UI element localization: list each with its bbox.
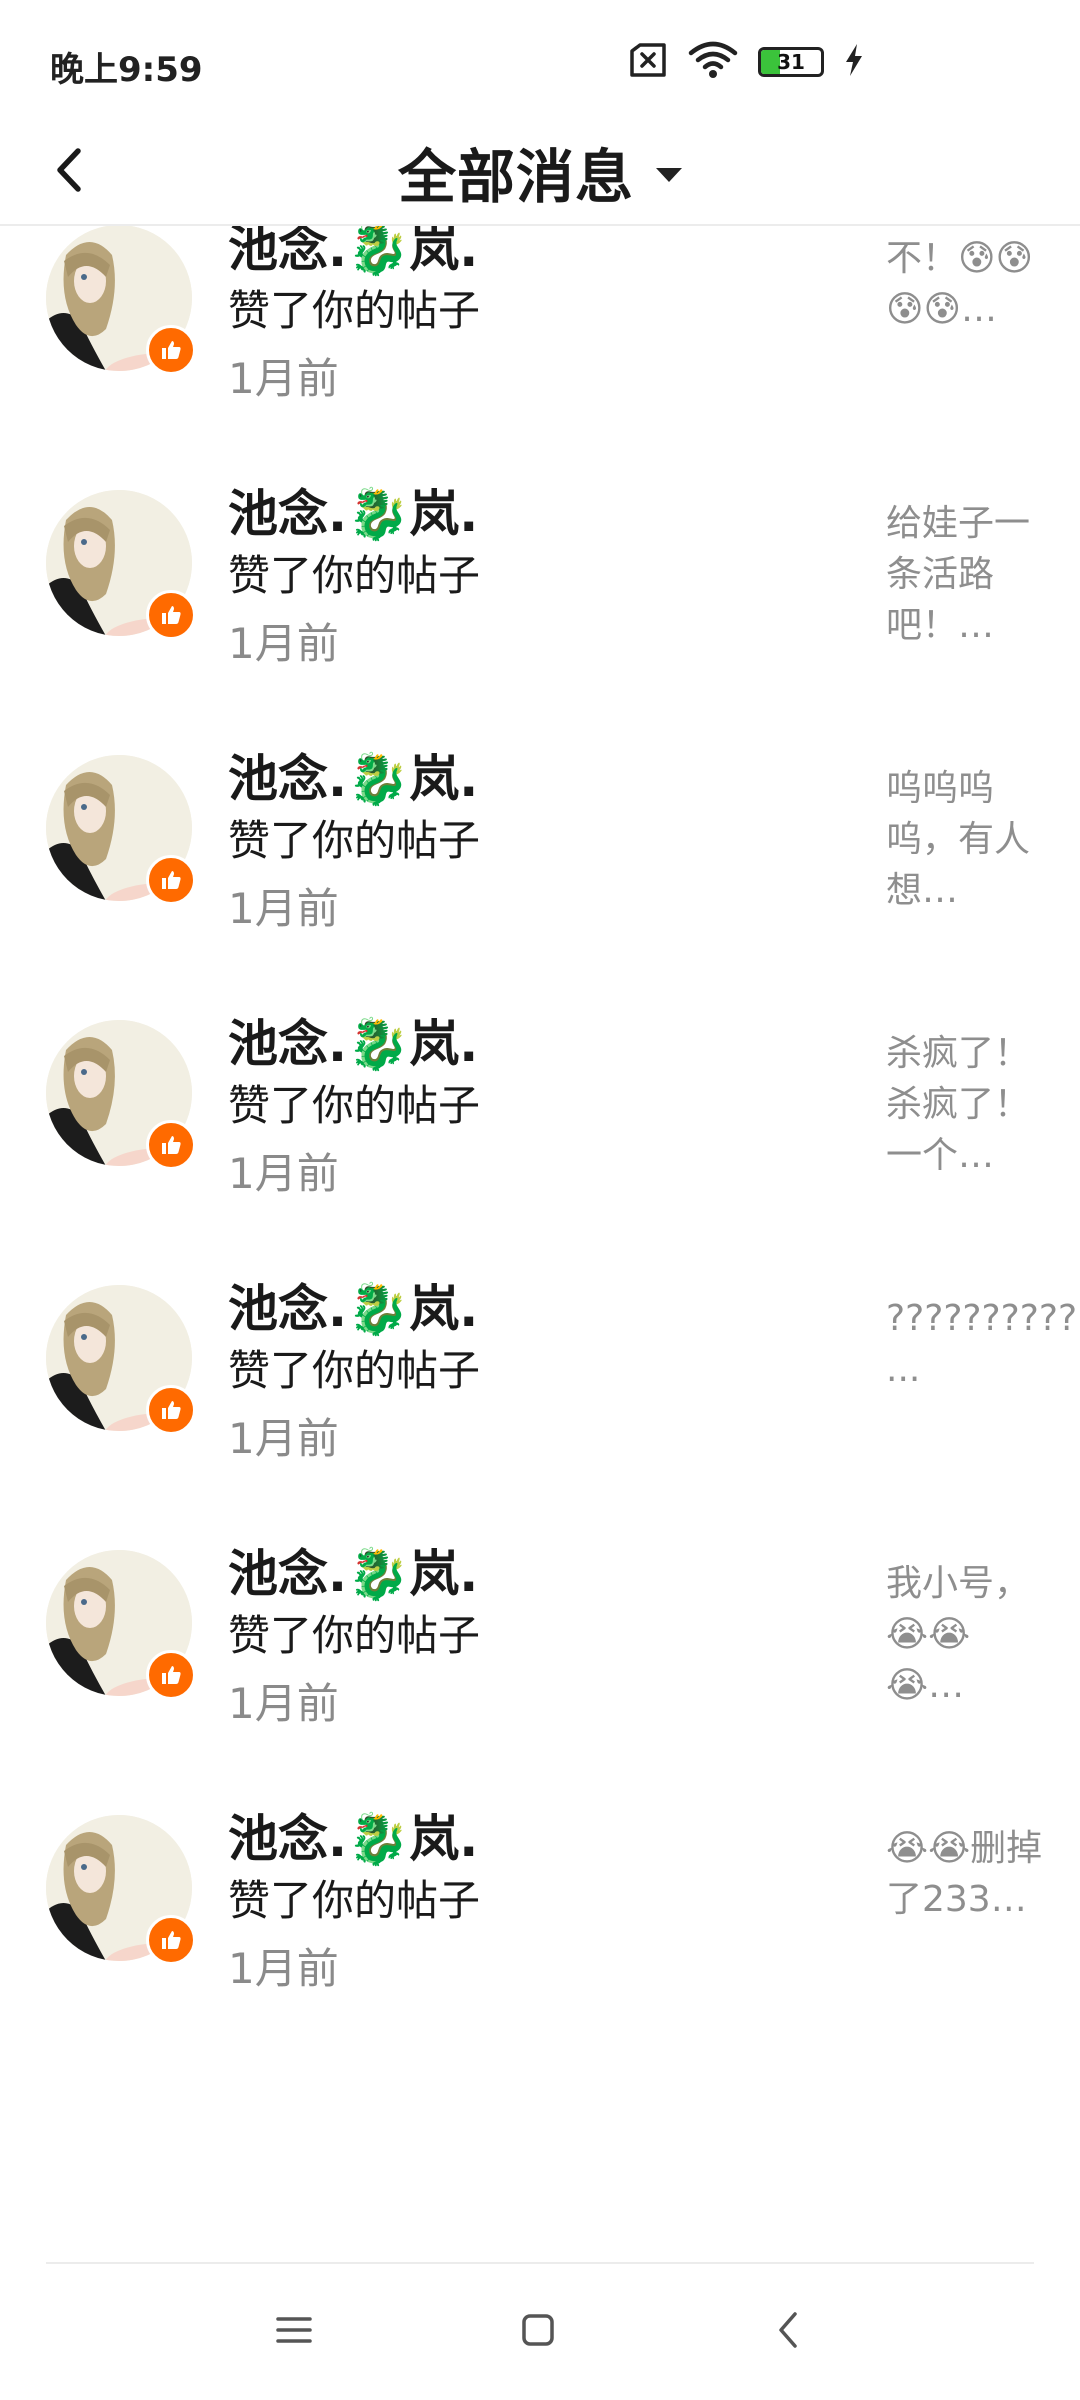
thumbs-up-icon <box>146 1915 196 1965</box>
user-name[interactable]: 池念.🐉岚. <box>228 474 478 546</box>
user-name[interactable]: 池念.🐉岚. <box>228 739 478 811</box>
timestamp: 1月前 <box>228 1679 339 1728</box>
user-name[interactable]: 池念.🐉岚. <box>228 1004 478 1076</box>
timestamp: 1月前 <box>228 619 339 668</box>
message-filter-dropdown[interactable]: 全部消息 <box>0 120 1080 224</box>
notification-item[interactable]: 池念.🐉岚. 赞了你的帖子 1月前 呜呜呜呜，有人想… <box>0 750 1080 1020</box>
notification-item[interactable]: 池念.🐉岚. 赞了你的帖子 1月前 杀疯了！杀疯了！一个… <box>0 1015 1080 1285</box>
notification-action: 赞了你的帖子 <box>228 1611 481 1660</box>
user-name[interactable]: 池念.🐉岚. <box>228 1269 478 1341</box>
system-nav-bar <box>0 2266 1080 2400</box>
wifi-icon <box>688 41 738 83</box>
home-icon <box>519 2311 557 2353</box>
battery-icon: 31 <box>758 47 824 77</box>
notification-action: 赞了你的帖子 <box>228 1346 481 1395</box>
post-preview[interactable]: 😭😭删掉了233… <box>886 1823 1046 1925</box>
notification-action: 赞了你的帖子 <box>228 551 481 600</box>
thumbs-up-icon <box>146 1120 196 1170</box>
timestamp: 1月前 <box>228 1414 339 1463</box>
status-icons: 31 <box>628 40 864 84</box>
system-back-button[interactable] <box>748 2292 828 2372</box>
recents-button[interactable] <box>254 2292 334 2372</box>
status-time: 晚上9:59 <box>50 50 203 90</box>
post-preview[interactable]: 杀疯了！杀疯了！一个… <box>886 1028 1046 1181</box>
post-preview[interactable]: 不！😰😰😰😰… <box>886 233 1046 335</box>
page-title: 全部消息 <box>397 143 634 211</box>
notification-list[interactable]: 池念.🐉岚.赞了你的帖子1月前我心目出的…池念.🐉岚.赞了你的帖子1月前不！😰😰… <box>0 226 1080 2266</box>
post-preview[interactable]: 我小号，😭😭😭… <box>886 1558 1046 1711</box>
battery-level: 31 <box>777 50 805 74</box>
user-name[interactable]: 池念.🐉岚. <box>228 1799 478 1871</box>
status-bar: 晚上9:59 31 <box>0 0 1080 120</box>
menu-icon <box>274 2314 314 2350</box>
thumbs-up-icon <box>146 590 196 640</box>
notification-item[interactable]: 池念.🐉岚. 赞了你的帖子 1月前?????????? ... <box>0 1280 1080 1550</box>
charging-icon <box>844 43 864 81</box>
divider <box>46 2262 1034 2264</box>
timestamp: 1月前 <box>228 1944 339 1993</box>
thumbs-up-icon <box>146 1385 196 1435</box>
notification-action: 赞了你的帖子 <box>228 286 481 335</box>
notification-item[interactable]: 池念.🐉岚. 赞了你的帖子 1月前 不！😰😰😰😰… <box>0 226 1080 490</box>
post-preview[interactable]: 呜呜呜呜，有人想… <box>886 763 1046 916</box>
notification-action: 赞了你的帖子 <box>228 1081 481 1130</box>
notification-item[interactable]: 池念.🐉岚. 赞了你的帖子 1月前 我小号，😭😭😭… <box>0 1545 1080 1815</box>
notification-action: 赞了你的帖子 <box>228 1876 481 1925</box>
header: 全部消息 <box>0 120 1080 226</box>
notification-item[interactable]: 池念.🐉岚. 赞了你的帖子 1月前 😭😭删掉了233… <box>0 1810 1080 2080</box>
timestamp: 1月前 <box>228 884 339 933</box>
timestamp: 1月前 <box>228 354 339 403</box>
user-name[interactable]: 池念.🐉岚. <box>228 226 478 281</box>
home-button[interactable] <box>498 2292 578 2372</box>
thumbs-up-icon <box>146 325 196 375</box>
notification-action: 赞了你的帖子 <box>228 816 481 865</box>
post-preview[interactable]: ?????????? ... <box>886 1293 1077 1395</box>
thumbs-up-icon <box>146 1650 196 1700</box>
thumbs-up-icon <box>146 855 196 905</box>
back-icon <box>773 2310 803 2354</box>
notification-item[interactable]: 池念.🐉岚. 赞了你的帖子 1月前 给娃子一条活路吧！… <box>0 485 1080 755</box>
timestamp: 1月前 <box>228 1149 339 1198</box>
no-sim-icon <box>628 43 668 81</box>
user-name[interactable]: 池念.🐉岚. <box>228 1534 478 1606</box>
post-preview[interactable]: 给娃子一条活路吧！… <box>886 498 1046 651</box>
caret-down-icon <box>656 168 682 182</box>
